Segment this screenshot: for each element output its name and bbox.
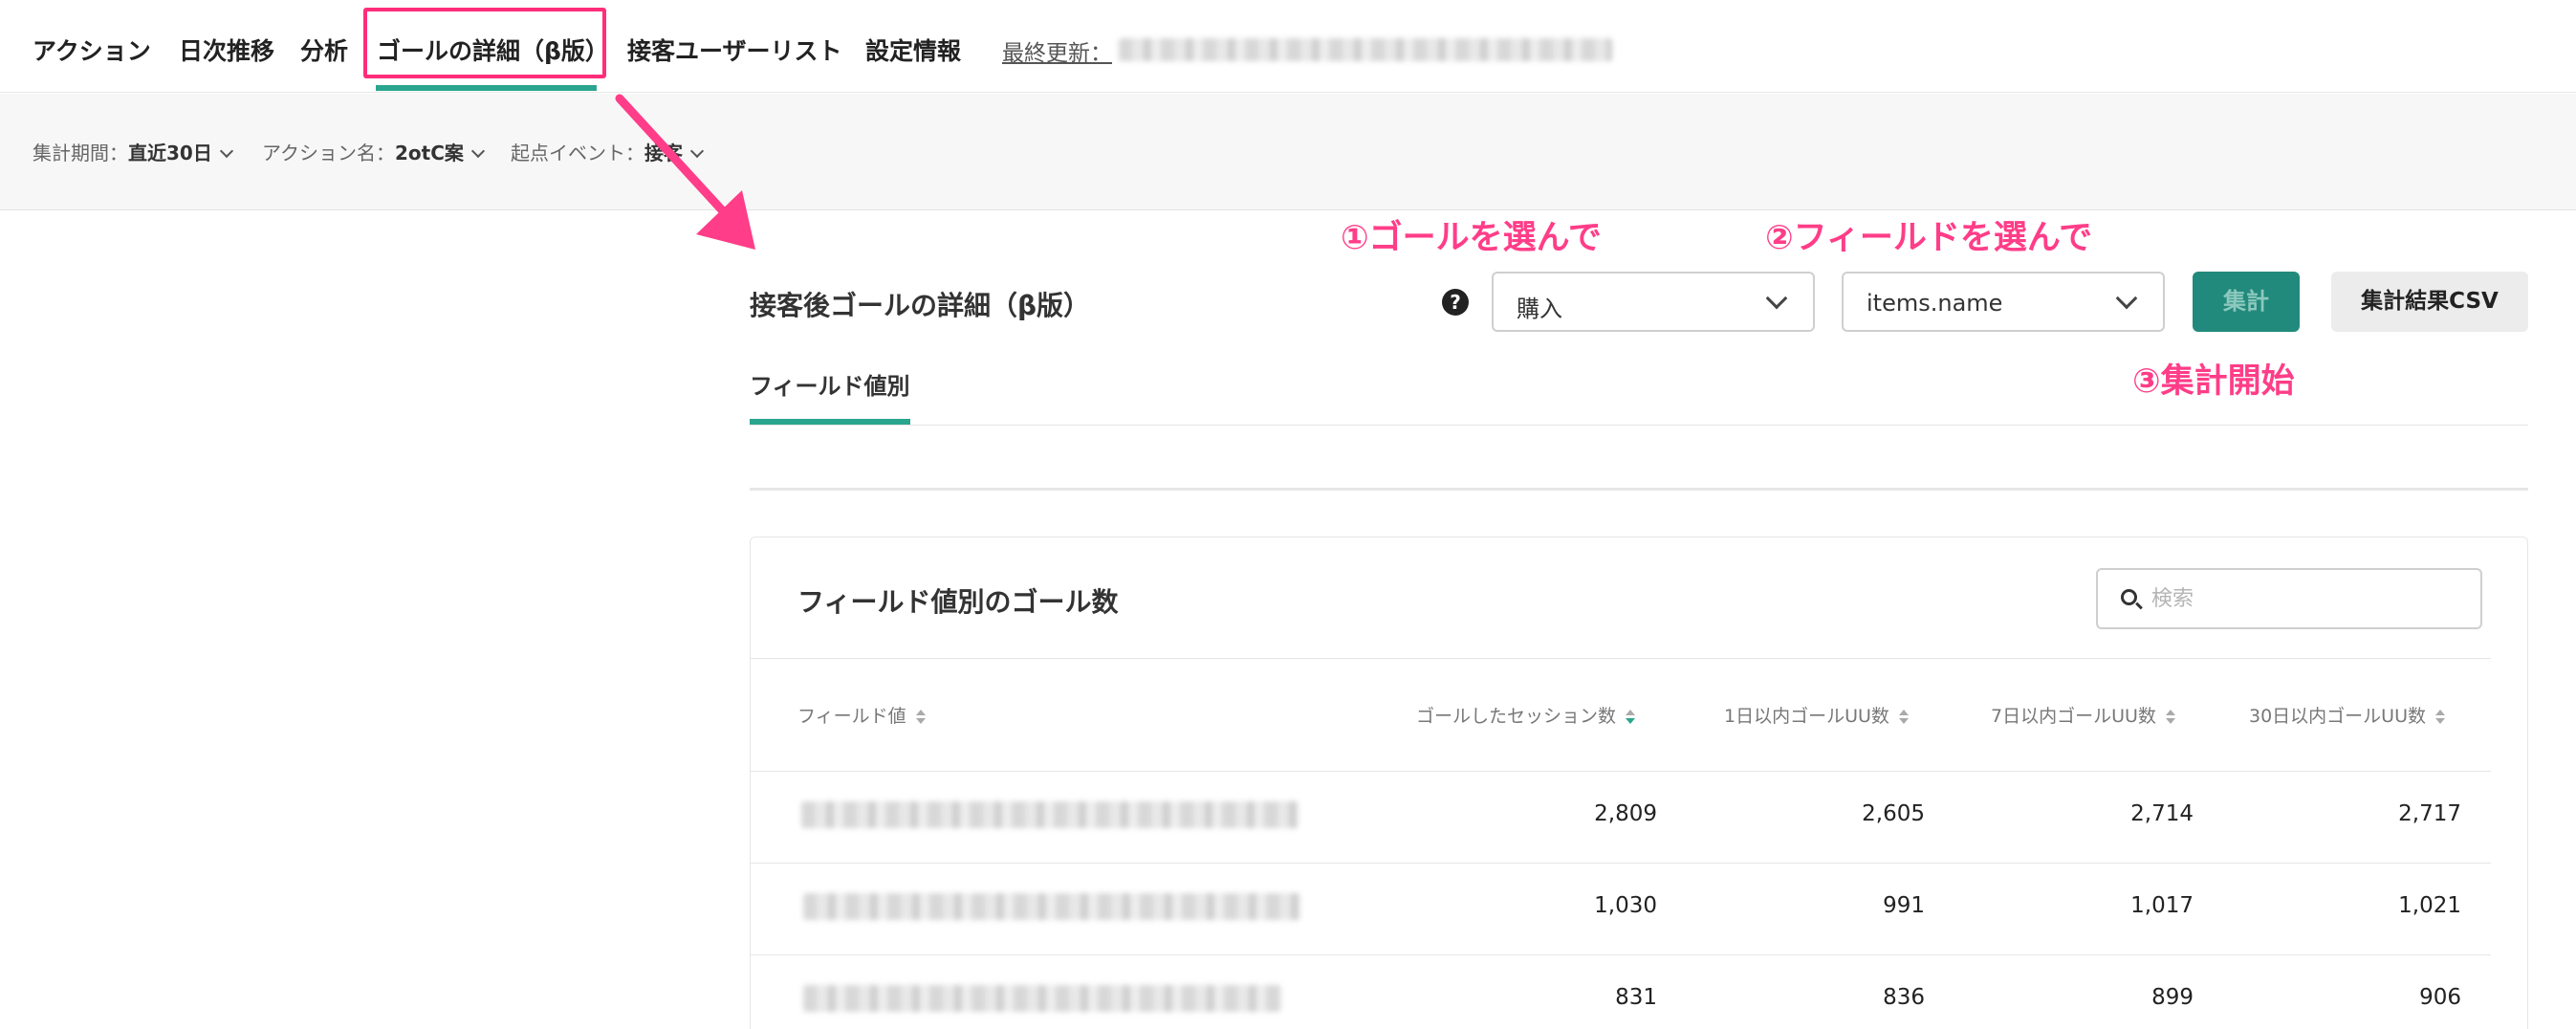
question-circle-icon[interactable]: ?: [1442, 289, 1469, 316]
cell-uu-1day: 2,605: [1862, 801, 1925, 826]
last-updated-label[interactable]: 最終更新：: [1002, 34, 1112, 67]
chevron-down-icon: [470, 143, 485, 159]
nav-active-underline: [376, 85, 597, 91]
card-title: フィールド値別のゴール数: [797, 586, 1119, 618]
table-row-divider: [751, 954, 2491, 955]
aggregate-button[interactable]: 集計: [2193, 272, 2300, 332]
filter-bar: 集計期間：直近30日 アクション名：2otC案 起点イベント：接客: [0, 94, 2576, 210]
sort-icon: [915, 710, 926, 725]
field-value-redacted: [803, 985, 1281, 1012]
annotation-arrow-icon: [615, 94, 755, 250]
table-header-top-line: [751, 658, 2491, 659]
cell-uu-7day: 1,017: [2130, 893, 2194, 918]
column-header-field-value[interactable]: フィールド値: [797, 702, 926, 728]
sort-icon: [1898, 710, 1909, 725]
sort-icon: [1626, 710, 1636, 725]
cell-uu-1day: 991: [1883, 893, 1925, 918]
field-value-redacted: [803, 893, 1300, 920]
cell-uu-1day: 836: [1883, 985, 1925, 1010]
cell-uu-7day: 2,714: [2130, 801, 2194, 826]
goal-select[interactable]: 購入: [1492, 272, 1815, 332]
annotation-step2: ②フィールドを選んで: [1765, 219, 2093, 257]
search-input[interactable]: [2151, 581, 2457, 616]
search-icon: [2121, 589, 2137, 605]
chevron-down-icon: [2115, 287, 2138, 310]
section-title: 接客後ゴールの詳細（β版）: [750, 290, 1091, 321]
field-value-redacted: [801, 801, 1299, 828]
last-updated-value-redacted: [1119, 38, 1612, 61]
sort-icon: [2165, 710, 2175, 725]
search-box[interactable]: [2096, 568, 2482, 629]
field-select[interactable]: items.name: [1842, 272, 2165, 332]
cell-sessions: 1,030: [1594, 893, 1657, 918]
column-header-uu-30day[interactable]: 30日以内ゴールUU数: [2249, 702, 2445, 728]
cell-uu-30day: 2,717: [2398, 801, 2461, 826]
cell-uu-7day: 899: [2151, 985, 2194, 1010]
filter-action-name[interactable]: アクション名：2otC案: [262, 138, 485, 165]
nav-item-user-list[interactable]: 接客ユーザーリスト: [627, 33, 842, 67]
table-row-divider: [751, 771, 2491, 772]
section-divider: [750, 488, 2528, 491]
nav-item-analysis[interactable]: 分析: [300, 33, 348, 67]
goal-select-value: 購入: [1517, 296, 1562, 322]
tab-divider: [750, 425, 2528, 426]
chevron-down-icon: [219, 143, 233, 159]
table-row-divider: [751, 863, 2491, 864]
cell-uu-30day: 906: [2419, 985, 2461, 1010]
sort-icon: [2435, 710, 2445, 725]
csv-export-button[interactable]: 集計結果CSV: [2331, 272, 2528, 332]
nav-item-action[interactable]: アクション: [33, 33, 151, 67]
nav-item-settings[interactable]: 設定情報: [865, 33, 961, 67]
nav-item-daily-trend[interactable]: 日次推移: [179, 33, 274, 67]
tab-field-value[interactable]: フィールド値別: [750, 367, 910, 401]
top-nav: アクション 日次推移 分析 ゴールの詳細（β版） 接客ユーザーリスト 設定情報 …: [0, 0, 2576, 93]
cell-sessions: 2,809: [1594, 801, 1657, 826]
filter-period[interactable]: 集計期間：直近30日: [33, 138, 233, 165]
annotation-step3: ③集計開始: [2132, 362, 2295, 401]
cell-sessions: 831: [1615, 985, 1657, 1010]
column-header-sessions[interactable]: ゴールしたセッション数: [1416, 702, 1636, 728]
cell-uu-30day: 1,021: [2398, 893, 2461, 918]
annotation-step1: ①ゴールを選んで: [1341, 219, 1602, 257]
field-select-value: items.name: [1867, 290, 2003, 317]
column-header-uu-7day[interactable]: 7日以内ゴールUU数: [1991, 702, 2175, 728]
chevron-down-icon: [1765, 287, 1788, 310]
column-header-uu-1day[interactable]: 1日以内ゴールUU数: [1724, 702, 1909, 728]
nav-item-goal-detail[interactable]: ゴールの詳細（β版）: [377, 33, 609, 67]
